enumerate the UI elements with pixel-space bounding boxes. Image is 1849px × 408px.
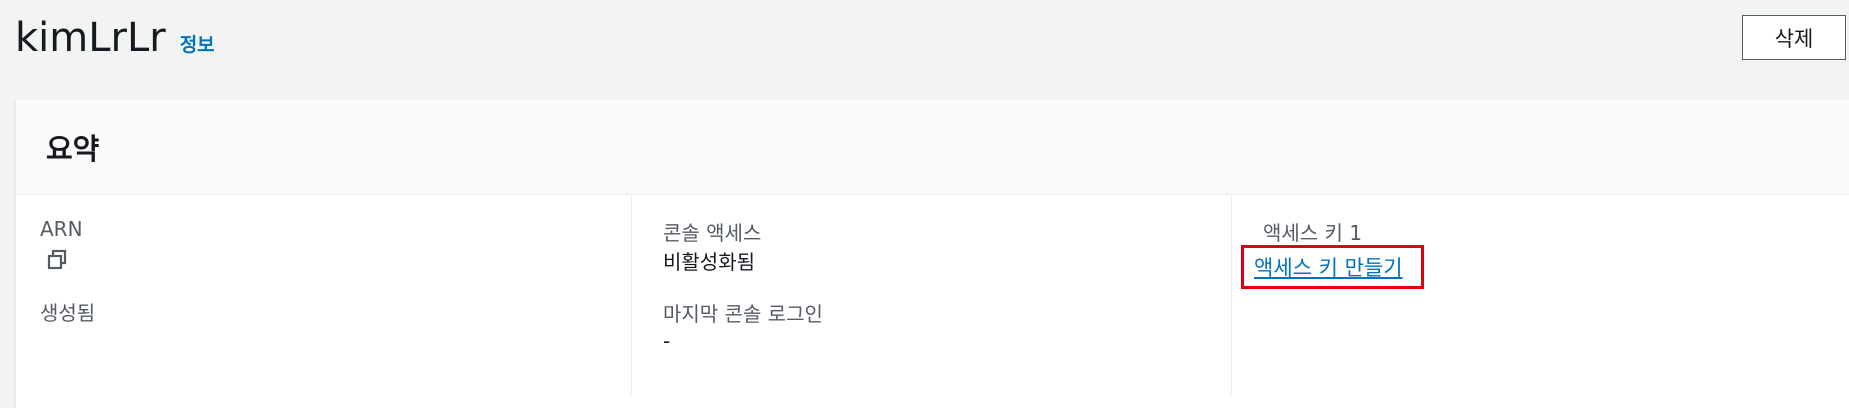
copy-icon[interactable] [46,249,68,271]
console-access-label: 콘솔 액세스 [663,221,762,245]
summary-column-access-keys: 액세스 키 1 액세스 키 만들기 [1231,195,1849,395]
access-key-label: 액세스 키 1 [1263,221,1363,245]
title-wrap: kimLrLr 정보 [15,14,215,62]
page-header: kimLrLr 정보 삭제 [0,0,1849,100]
last-console-login-label: 마지막 콘솔 로그인 [663,302,823,326]
info-link[interactable]: 정보 [180,30,215,57]
page-title: kimLrLr [15,15,166,61]
summary-title: 요약 [46,132,100,166]
summary-column-arn: ARN 생성됨 [16,195,631,395]
delete-button[interactable]: 삭제 [1742,15,1846,60]
summary-column-console: 콘솔 액세스 비활성화됨 마지막 콘솔 로그인 - [631,195,1232,395]
last-console-login-value: - [663,329,671,353]
summary-card-body: ARN 생성됨 콘솔 액세스 비활성화됨 마지막 콘솔 로그인 - 액세스 키 … [16,195,1849,408]
summary-card: 요약 ARN 생성됨 콘솔 액세스 비활성화됨 마지막 콘솔 로그인 - 액세스… [15,100,1849,408]
arn-label: ARN [40,217,83,241]
created-label: 생성됨 [40,301,96,325]
console-access-value: 비활성화됨 [663,250,755,274]
summary-card-header: 요약 [16,100,1849,195]
create-access-key-link[interactable]: 액세스 키 만들기 [1241,245,1424,289]
